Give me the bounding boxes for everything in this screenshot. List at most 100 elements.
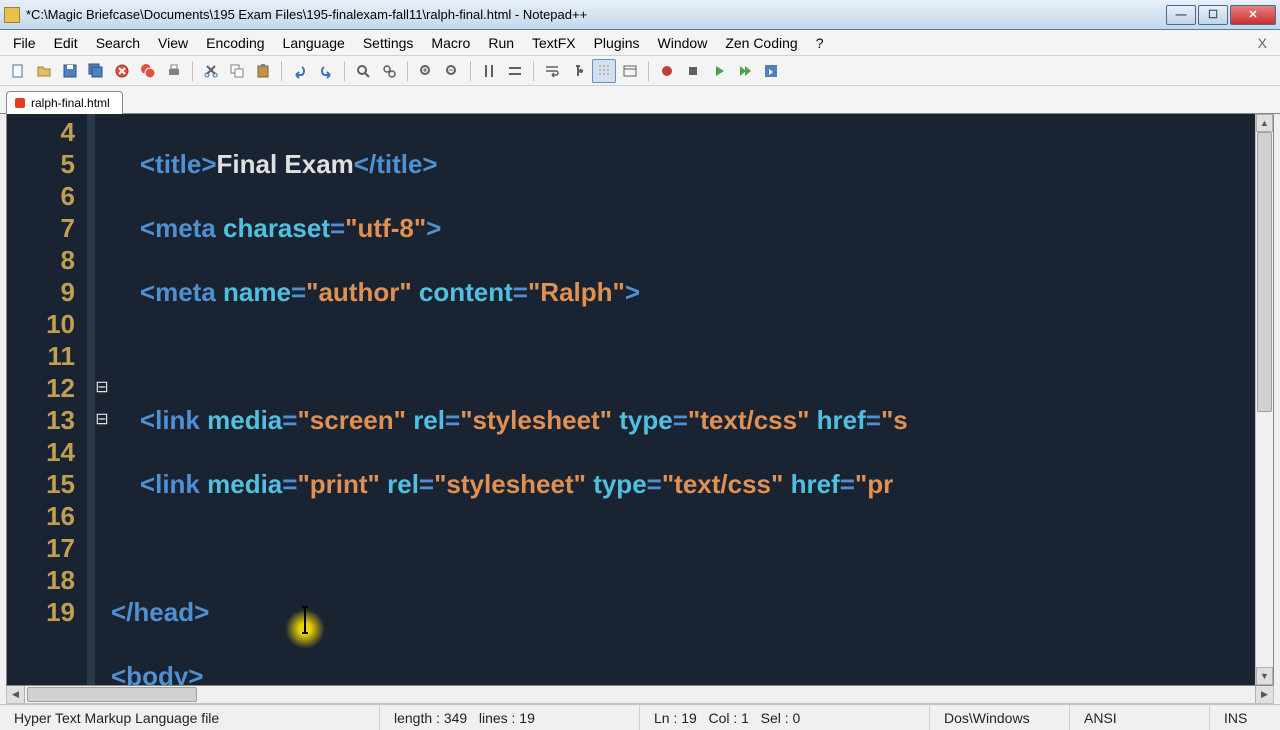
scroll-up-icon[interactable]: ▲ — [1256, 114, 1273, 132]
code-line — [111, 532, 1255, 564]
redo-button[interactable] — [314, 59, 338, 83]
tab-bar: ralph-final.html — [0, 86, 1280, 114]
editor[interactable]: 4 5 6 7 8 9 10 11 12 13 14 15 16 17 18 1… — [6, 114, 1274, 686]
menu-language[interactable]: Language — [274, 32, 354, 54]
code-line: </head> — [111, 596, 1255, 628]
zoom-in-button[interactable] — [414, 59, 438, 83]
menu-close-doc[interactable]: X — [1249, 32, 1276, 54]
close-button[interactable]: ✕ — [1230, 5, 1276, 25]
indent-guide-button[interactable] — [592, 59, 616, 83]
maximize-button[interactable]: ☐ — [1198, 5, 1228, 25]
macro-play-button[interactable] — [707, 59, 731, 83]
scroll-down-icon[interactable]: ▼ — [1256, 667, 1273, 685]
show-all-chars-button[interactable] — [566, 59, 590, 83]
print-button[interactable] — [162, 59, 186, 83]
status-filetype: Hyper Text Markup Language file — [0, 705, 380, 730]
toolbar-separator — [192, 61, 193, 81]
toolbar-separator — [407, 61, 408, 81]
app-icon — [4, 7, 20, 23]
line-number: 6 — [7, 180, 75, 212]
minimize-button[interactable]: — — [1166, 5, 1196, 25]
scroll-left-icon[interactable]: ◀ — [7, 686, 25, 703]
status-lines: lines : 19 — [479, 710, 535, 726]
text-cursor-icon — [302, 606, 308, 634]
scrollbar-thumb[interactable] — [27, 687, 197, 702]
line-number: 16 — [7, 500, 75, 532]
line-number: 4 — [7, 116, 75, 148]
macro-play-multi-button[interactable] — [733, 59, 757, 83]
fold-collapse-icon[interactable]: ⊟ — [95, 404, 109, 436]
save-button[interactable] — [58, 59, 82, 83]
undo-button[interactable] — [288, 59, 312, 83]
code-line — [111, 340, 1255, 372]
sync-vscroll-button[interactable] — [477, 59, 501, 83]
open-file-button[interactable] — [32, 59, 56, 83]
menu-macro[interactable]: Macro — [422, 32, 479, 54]
find-button[interactable] — [351, 59, 375, 83]
line-number: 13 — [7, 404, 75, 436]
status-bar: Hyper Text Markup Language file length :… — [0, 704, 1280, 730]
new-file-button[interactable] — [6, 59, 30, 83]
fold-collapse-icon[interactable]: ⊟ — [95, 372, 109, 404]
code-line: <meta name="author" content="Ralph"> — [111, 276, 1255, 308]
code-line: <link media="print" rel="stylesheet" typ… — [111, 468, 1255, 500]
menu-run[interactable]: Run — [479, 32, 523, 54]
code-line: <body> — [111, 660, 1255, 685]
toolbar-separator — [470, 61, 471, 81]
horizontal-scrollbar[interactable]: ◀ ▶ — [6, 686, 1274, 704]
tab-ralph-final[interactable]: ralph-final.html — [6, 91, 123, 114]
copy-button[interactable] — [225, 59, 249, 83]
menu-settings[interactable]: Settings — [354, 32, 423, 54]
save-all-button[interactable] — [84, 59, 108, 83]
menu-edit[interactable]: Edit — [45, 32, 87, 54]
toolbar — [0, 56, 1280, 86]
menu-view[interactable]: View — [149, 32, 197, 54]
window-title: *C:\Magic Briefcase\Documents\195 Exam F… — [26, 7, 1164, 22]
macro-stop-button[interactable] — [681, 59, 705, 83]
menu-search[interactable]: Search — [87, 32, 149, 54]
user-lang-button[interactable] — [618, 59, 642, 83]
code-line: <title>Final Exam</title> — [111, 148, 1255, 180]
macro-record-button[interactable] — [655, 59, 679, 83]
line-number: 9 — [7, 276, 75, 308]
line-number: 7 — [7, 212, 75, 244]
unsaved-indicator-icon — [15, 98, 25, 108]
word-wrap-button[interactable] — [540, 59, 564, 83]
vertical-scrollbar[interactable]: ▲ ▼ — [1255, 114, 1273, 685]
menu-help[interactable]: ? — [807, 32, 833, 54]
status-encoding: ANSI — [1070, 705, 1210, 730]
toolbar-separator — [344, 61, 345, 81]
menu-zen-coding[interactable]: Zen Coding — [716, 32, 806, 54]
tab-label: ralph-final.html — [31, 96, 110, 110]
code-area[interactable]: <title>Final Exam</title> <meta charaset… — [109, 114, 1255, 685]
cut-button[interactable] — [199, 59, 223, 83]
status-col: Col : 1 — [709, 710, 749, 726]
line-number: 19 — [7, 596, 75, 628]
close-file-button[interactable] — [110, 59, 134, 83]
status-sel: Sel : 0 — [761, 710, 801, 726]
zoom-out-button[interactable] — [440, 59, 464, 83]
scroll-right-icon[interactable]: ▶ — [1255, 686, 1273, 703]
toolbar-separator — [281, 61, 282, 81]
macro-save-button[interactable] — [759, 59, 783, 83]
menu-textfx[interactable]: TextFX — [523, 32, 585, 54]
menu-window[interactable]: Window — [649, 32, 717, 54]
scrollbar-thumb[interactable] — [1257, 132, 1272, 412]
replace-button[interactable] — [377, 59, 401, 83]
sync-hscroll-button[interactable] — [503, 59, 527, 83]
code-line: <meta charaset="utf-8"> — [111, 212, 1255, 244]
line-number: 11 — [7, 340, 75, 372]
menu-file[interactable]: File — [4, 32, 45, 54]
status-insert-mode: INS — [1210, 705, 1280, 730]
code-line: <link media="screen" rel="stylesheet" ty… — [111, 404, 1255, 436]
line-number: 12 — [7, 372, 75, 404]
status-length: length : 349 — [394, 710, 467, 726]
close-all-button[interactable] — [136, 59, 160, 83]
paste-button[interactable] — [251, 59, 275, 83]
line-number: 17 — [7, 532, 75, 564]
status-eol: Dos\Windows — [930, 705, 1070, 730]
menu-encoding[interactable]: Encoding — [197, 32, 273, 54]
toolbar-separator — [533, 61, 534, 81]
menu-plugins[interactable]: Plugins — [585, 32, 649, 54]
fold-gutter: ⊟ ⊟ — [95, 114, 109, 685]
